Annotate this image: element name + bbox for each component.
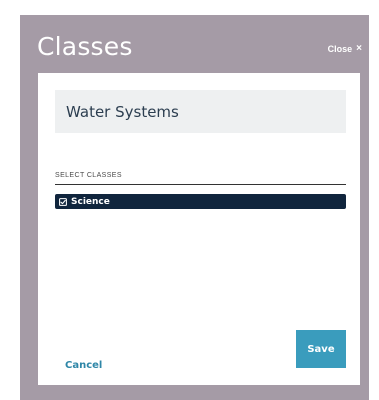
item-name: Water Systems bbox=[66, 102, 179, 121]
class-option-label: Science bbox=[71, 196, 110, 207]
divider bbox=[55, 184, 346, 185]
select-classes-label: SELECT CLASSES bbox=[55, 172, 122, 179]
cancel-button[interactable]: Cancel bbox=[65, 360, 102, 371]
item-name-box: Water Systems bbox=[55, 90, 346, 133]
class-option-science[interactable]: Science bbox=[55, 194, 346, 209]
classes-modal: Classes Close × Water Systems SELECT CLA… bbox=[20, 15, 369, 400]
close-icon: × bbox=[356, 43, 362, 54]
modal-title: Classes bbox=[37, 32, 133, 61]
save-button[interactable]: Save bbox=[296, 330, 346, 368]
close-label: Close bbox=[327, 44, 353, 54]
modal-body: Water Systems SELECT CLASSES Science Can… bbox=[38, 73, 360, 385]
checkbox-checked-icon[interactable] bbox=[59, 197, 67, 206]
close-button[interactable]: Close × bbox=[327, 43, 362, 55]
